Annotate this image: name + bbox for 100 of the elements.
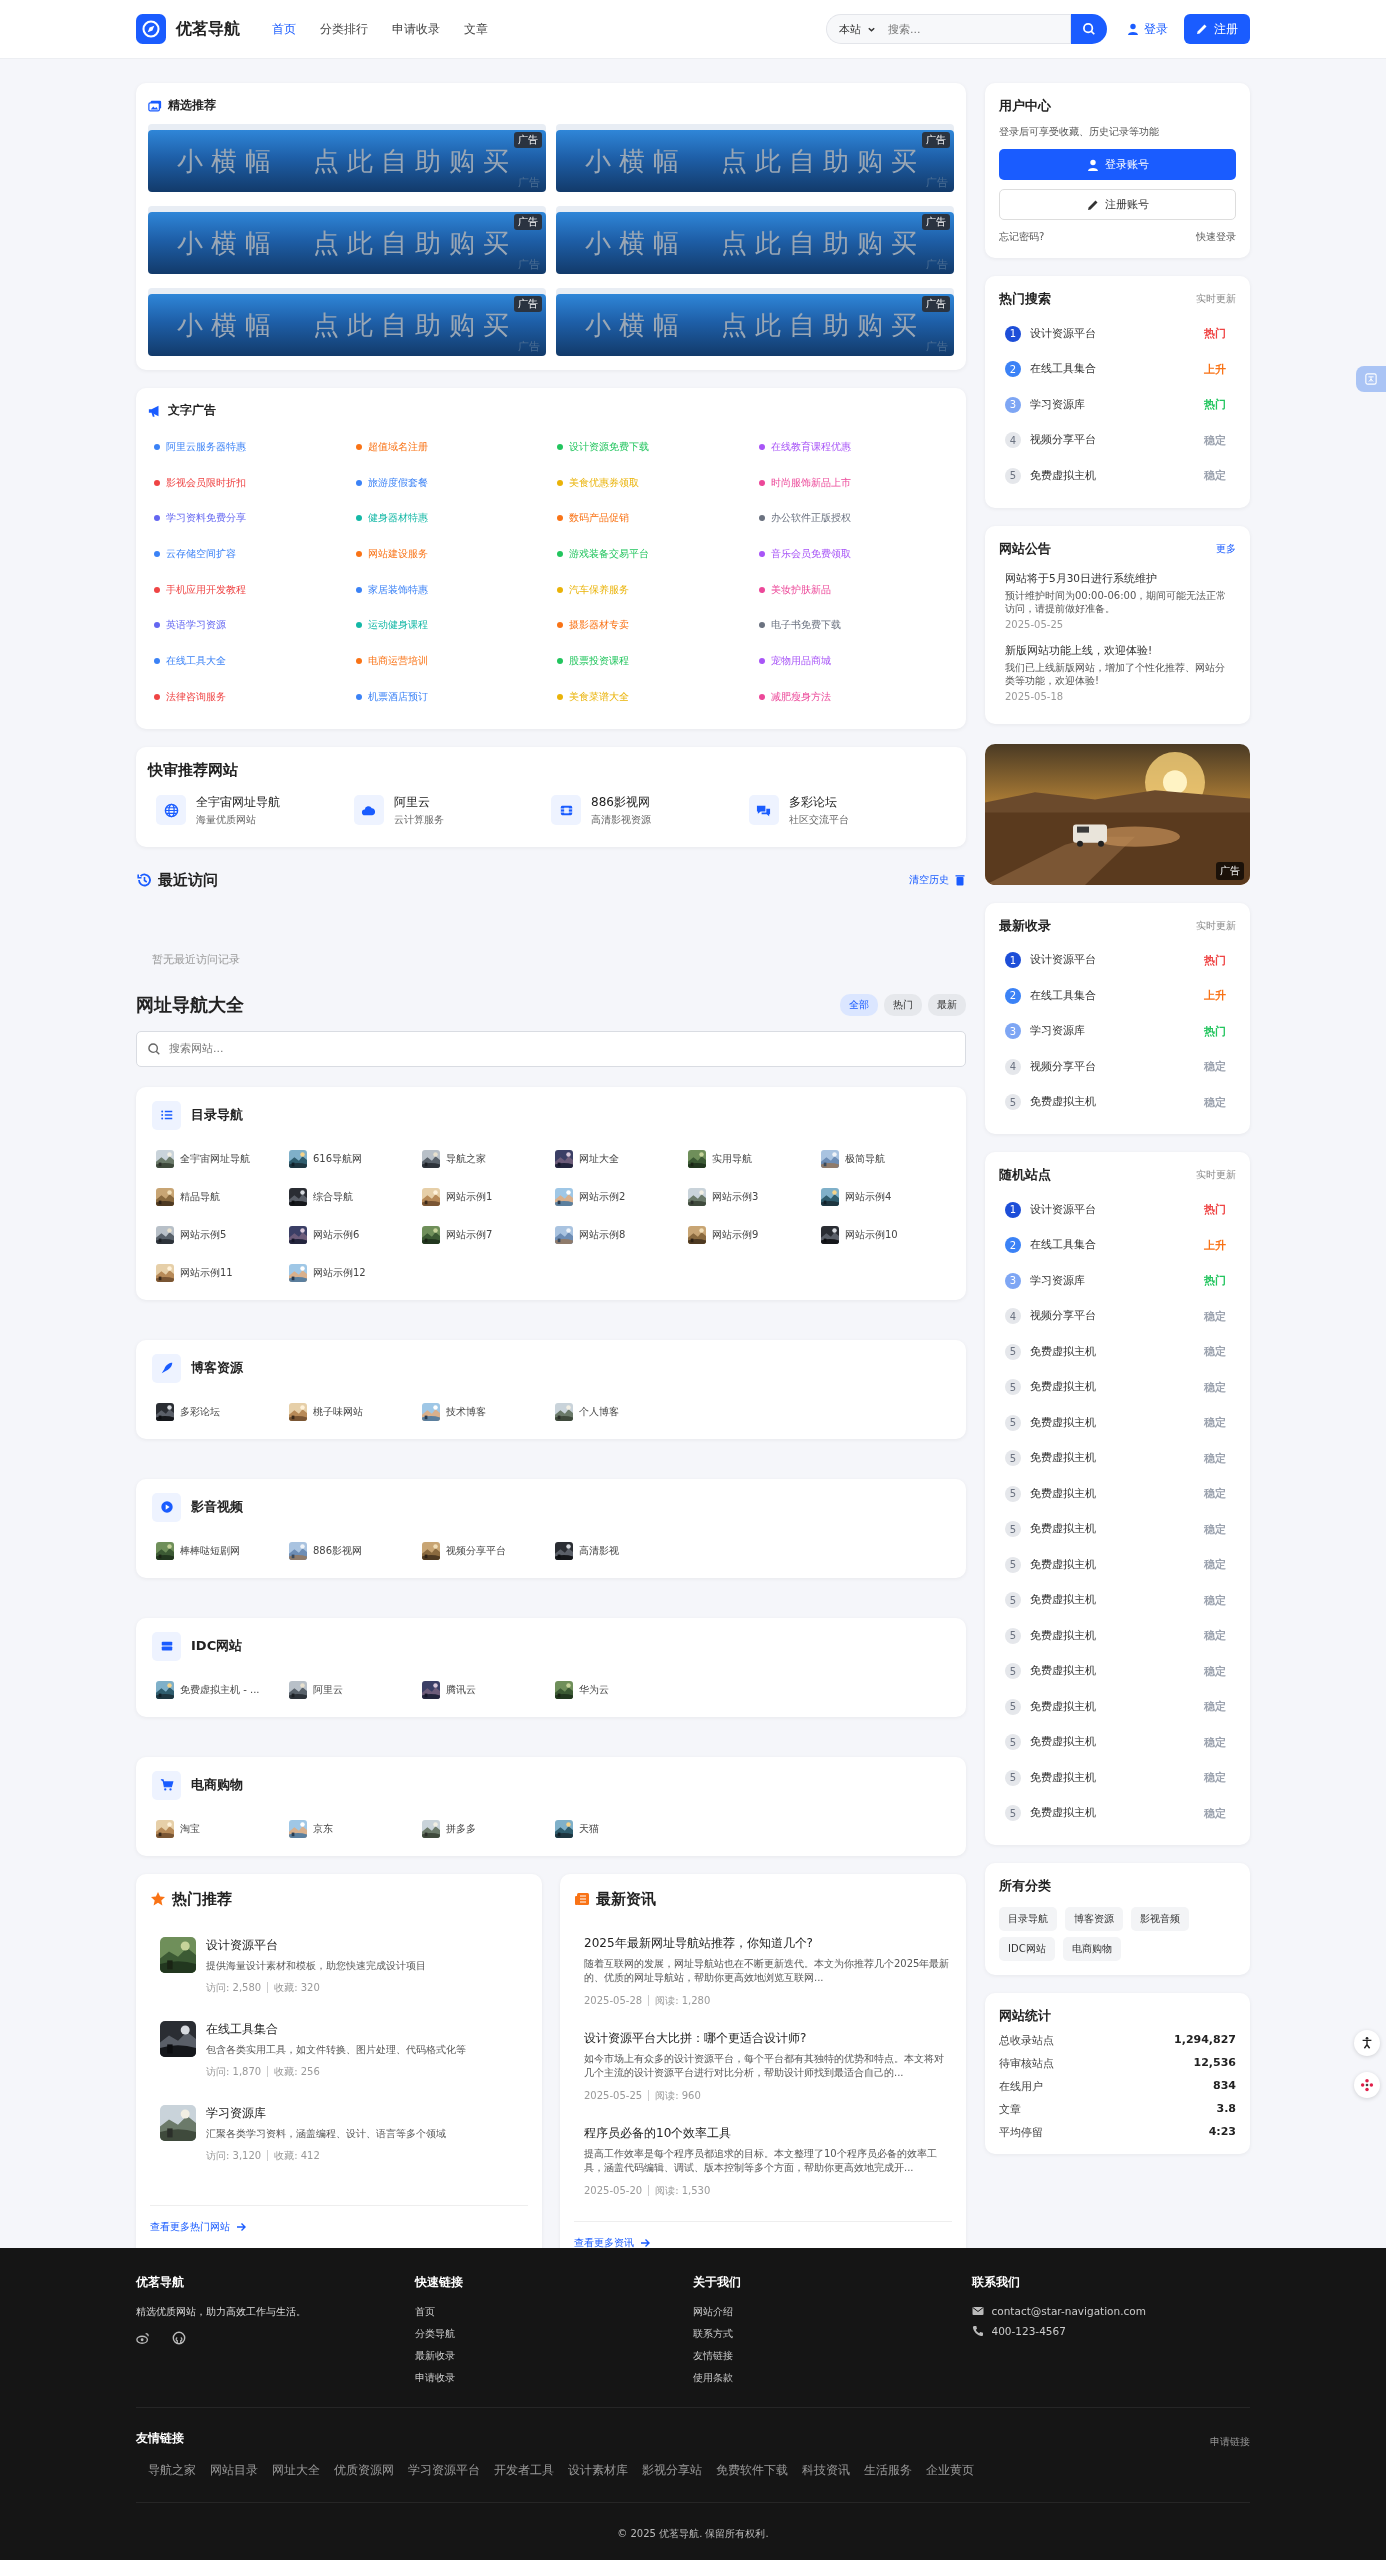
- site-link[interactable]: 网址大全: [551, 1139, 684, 1178]
- friend-link[interactable]: 网站目录: [210, 2463, 258, 2478]
- site-link[interactable]: 网站示例7: [418, 1215, 551, 1254]
- site-link[interactable]: 淘宝: [152, 1809, 285, 1848]
- accessibility-button[interactable]: [1354, 2030, 1380, 2056]
- login-button[interactable]: 登录账号: [999, 149, 1236, 180]
- site-link[interactable]: 网站示例8: [551, 1215, 684, 1254]
- news-item[interactable]: 2025年最新网址导航站推荐，你知道几个? 随着互联网的发展，网址导航站也在不断更新迭代。本文为你推荐几个2025年最新的、优质的网址导航站，帮助你更高效地浏览互联网... 2025-05-28 阅读: 1,280: [584, 1934, 952, 2008]
- site-link[interactable]: 综合导航: [285, 1177, 418, 1216]
- ranking-item[interactable]: 2 在线工具集合 上升: [999, 1227, 1236, 1263]
- text-ad-link[interactable]: 家居装饰特惠: [349, 571, 551, 608]
- ranking-item[interactable]: 4 视频分享平台 稳定: [999, 422, 1236, 458]
- ranking-item[interactable]: 5 免费虚拟主机 稳定: [999, 1653, 1236, 1689]
- site-link[interactable]: 极简导航: [817, 1139, 950, 1178]
- recommended-site[interactable]: 设计资源平台 提供海量设计素材和模板，助您快速完成设计项目 访问: 2,580 收藏: 320: [160, 1936, 528, 1995]
- friend-link[interactable]: 影视分享站: [642, 2463, 702, 2478]
- site-link[interactable]: 阿里云 云计算服务: [353, 793, 551, 827]
- category-tag[interactable]: 目录导航: [999, 1907, 1057, 1931]
- filter-tab[interactable]: 全部: [840, 993, 878, 1016]
- text-ad-link[interactable]: 在线工具大全: [148, 643, 350, 679]
- ranking-item[interactable]: 2 在线工具集合 上升: [999, 978, 1236, 1014]
- category-tag[interactable]: 博客资源: [1065, 1907, 1123, 1931]
- text-ad-link[interactable]: 法律咨询服务: [148, 678, 350, 715]
- ranking-item[interactable]: 3 学习资源库 热门: [999, 387, 1236, 423]
- site-link[interactable]: 导航之家: [418, 1139, 551, 1178]
- text-ad-link[interactable]: 减肥瘦身方法: [752, 678, 954, 715]
- ranking-item[interactable]: 5 免费虚拟主机 稳定: [999, 1405, 1236, 1441]
- nav-link[interactable]: 首页: [272, 20, 296, 38]
- site-link[interactable]: 网站示例12: [285, 1253, 418, 1292]
- assistant-button[interactable]: [1354, 2072, 1380, 2098]
- site-link[interactable]: 多彩论坛 社区交流平台: [748, 793, 946, 827]
- site-link[interactable]: 全宇宙网址导航: [152, 1139, 285, 1178]
- site-link[interactable]: 886影视网 高清影视资源: [551, 793, 749, 827]
- site-link[interactable]: 桃子味网站: [285, 1392, 418, 1431]
- site-link[interactable]: 精品导航: [152, 1177, 285, 1216]
- ranking-item[interactable]: 5 免费虚拟主机 稳定: [999, 1369, 1236, 1405]
- site-link[interactable]: 网站示例11: [152, 1253, 285, 1292]
- nav-link[interactable]: 分类排行: [320, 20, 368, 38]
- site-link[interactable]: 腾讯云: [418, 1670, 551, 1709]
- news-item[interactable]: 设计资源平台大比拼：哪个更适合设计师? 如今市场上有众多的设计资源平台，每个平台都有其独特的优势和特点。本文将对几个主流的设计资源平台进行对比分析，帮助设计师找到最适合自己的... 2025-05-25 阅读: 960: [584, 2029, 952, 2103]
- text-ad-link[interactable]: 阿里云服务器特惠: [148, 429, 350, 465]
- ranking-item[interactable]: 5 免费虚拟主机 稳定: [999, 1547, 1236, 1583]
- text-ad-link[interactable]: 手机应用开发教程: [148, 571, 350, 608]
- ranking-item[interactable]: 3 学习资源库 热门: [999, 1263, 1236, 1299]
- nav-link[interactable]: 文章: [464, 20, 488, 38]
- footer-link[interactable]: 最新收录: [414, 2349, 693, 2363]
- footer-link[interactable]: 网站介绍: [693, 2305, 972, 2319]
- more-link[interactable]: 更多: [1216, 541, 1236, 556]
- footer-link[interactable]: 友情链接: [693, 2349, 972, 2363]
- site-search-field[interactable]: 搜索网站...: [136, 1030, 966, 1067]
- site-link[interactable]: 高清影视: [551, 1531, 684, 1570]
- ranking-item[interactable]: 1 设计资源平台 热门: [999, 1192, 1236, 1228]
- category-tag[interactable]: IDC网站: [999, 1937, 1055, 1961]
- text-ad-link[interactable]: 学习资料免费分享: [148, 500, 350, 537]
- site-logo-text[interactable]: 优茗导航: [176, 18, 240, 40]
- footer-link[interactable]: 分类导航: [414, 2327, 693, 2341]
- register-button[interactable]: 注册账号: [999, 189, 1236, 220]
- site-link[interactable]: 棒棒哒短剧网: [152, 1531, 285, 1570]
- text-ad-link[interactable]: 时尚服饰新品上市: [752, 464, 954, 501]
- ranking-item[interactable]: 5 免费虚拟主机 稳定: [999, 1476, 1236, 1512]
- ranking-item[interactable]: 5 免费虚拟主机 稳定: [999, 1334, 1236, 1370]
- filter-tab[interactable]: 最新: [928, 993, 966, 1016]
- site-link[interactable]: 阿里云: [285, 1670, 418, 1709]
- site-link[interactable]: 网站示例1: [418, 1177, 551, 1216]
- ranking-item[interactable]: 3 学习资源库 热门: [999, 1013, 1236, 1049]
- ranking-item[interactable]: 5 免费虚拟主机 稳定: [999, 1795, 1236, 1831]
- site-link[interactable]: 网站示例9: [684, 1215, 817, 1254]
- site-link[interactable]: 技术博客: [418, 1392, 551, 1431]
- footer-link[interactable]: 首页: [414, 2305, 693, 2319]
- text-ad-link[interactable]: 英语学习资源: [148, 607, 350, 644]
- site-link[interactable]: 886影视网: [285, 1531, 418, 1570]
- site-link[interactable]: 网站示例2: [551, 1177, 684, 1216]
- category-tag[interactable]: 影视音频: [1131, 1907, 1189, 1931]
- site-link[interactable]: 个人博客: [551, 1392, 684, 1431]
- text-ad-link[interactable]: 机票酒店预订: [349, 678, 551, 715]
- category-tag[interactable]: 电商购物: [1062, 1937, 1121, 1961]
- site-link[interactable]: 京东: [285, 1809, 418, 1848]
- text-ad-link[interactable]: 电子书免费下载: [752, 607, 954, 644]
- site-link[interactable]: 616导航网: [285, 1139, 418, 1178]
- site-link[interactable]: 实用导航: [684, 1139, 817, 1178]
- ranking-item[interactable]: 5 免费虚拟主机 稳定: [999, 1511, 1236, 1547]
- quick-login-link[interactable]: 快速登录: [1196, 230, 1236, 244]
- friend-link[interactable]: 开发者工具: [494, 2463, 554, 2478]
- ranking-item[interactable]: 4 视频分享平台 稳定: [999, 1049, 1236, 1085]
- text-ad-link[interactable]: 宠物用品商城: [752, 643, 954, 679]
- site-link[interactable]: 网站示例6: [285, 1215, 418, 1254]
- filter-tab[interactable]: 热门: [884, 993, 922, 1016]
- ranking-item[interactable]: 4 视频分享平台 稳定: [999, 1298, 1236, 1334]
- ranking-item[interactable]: 5 免费虚拟主机 稳定: [999, 1440, 1236, 1476]
- footer-link[interactable]: 联系方式: [693, 2327, 972, 2341]
- friend-link[interactable]: 学习资源平台: [408, 2463, 480, 2478]
- ranking-item[interactable]: 5 免费虚拟主机 稳定: [999, 1582, 1236, 1618]
- site-link[interactable]: 网站示例10: [817, 1215, 950, 1254]
- clear-history-link[interactable]: 清空历史: [909, 873, 966, 887]
- site-link[interactable]: 网站示例3: [684, 1177, 817, 1216]
- recommended-site[interactable]: 在线工具集合 包含各类实用工具，如文件转换、图片处理、代码格式化等 访问: 1,870 收藏: 256: [160, 2020, 528, 2079]
- text-ad-link[interactable]: 在线教育课程优惠: [752, 429, 954, 465]
- friend-link[interactable]: 设计素材库: [568, 2463, 628, 2478]
- ranking-item[interactable]: 5 免费虚拟主机 稳定: [999, 458, 1236, 494]
- friend-link[interactable]: 科技资讯: [802, 2463, 850, 2478]
